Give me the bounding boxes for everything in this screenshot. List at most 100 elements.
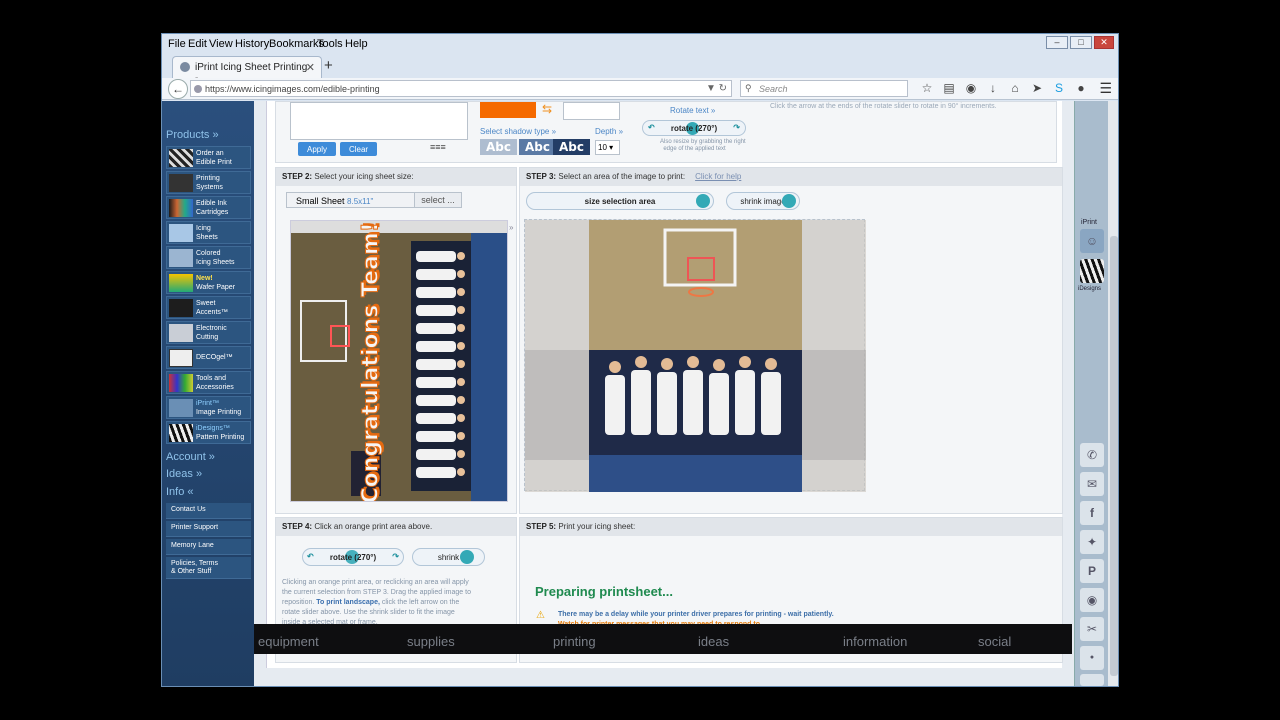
nav-tools-accessories[interactable]: Tools and Accessories — [166, 371, 251, 394]
nav-icing-sheets[interactable]: Icing Sheets — [166, 221, 251, 244]
scissors-icon[interactable]: ✂ — [1080, 617, 1104, 641]
info-contact-us[interactable]: Contact Us — [166, 503, 251, 519]
nav-iprint[interactable]: iPrint™ Image Printing — [166, 396, 251, 419]
close-tab-icon[interactable]: ✕ — [306, 61, 315, 74]
page-scrollbar[interactable] — [1108, 101, 1118, 686]
bookmark-star-icon[interactable]: ☆ — [916, 81, 938, 95]
text-input-area[interactable] — [290, 102, 468, 140]
swap-icon[interactable]: ⇆ — [542, 102, 552, 116]
align-icons[interactable]: ≡≡≡ — [430, 142, 446, 152]
size-selection-slider[interactable]: size selection area — [526, 192, 714, 210]
search-input[interactable]: ⚲ Search — [740, 80, 908, 97]
menu-file[interactable]: File — [168, 38, 186, 50]
tab-iprint[interactable]: iPrint Icing Sheet Printing -... ✕ — [172, 56, 322, 84]
menu-bookmarks[interactable]: Bookmarks — [269, 38, 324, 50]
nav-idesigns[interactable]: iDesigns™ Pattern Printing — [166, 421, 251, 444]
email-icon[interactable]: ✉ — [1080, 472, 1104, 496]
rotate-text-slider[interactable]: ↶ rotate (270°) ↷ — [642, 120, 746, 136]
shadow-option-1[interactable]: Abc — [480, 139, 517, 155]
shrink-slider[interactable]: shrink — [412, 548, 485, 566]
blog-icon[interactable]: ● — [1080, 646, 1104, 670]
chat-icon[interactable]: ● — [1070, 81, 1092, 95]
step2-panel: STEP 2: Select your icing sheet size: Sm… — [275, 167, 517, 514]
congrats-text[interactable]: Congratulations Team! — [358, 222, 384, 501]
url-bar[interactable]: https://www.icingimages.com/edible-print… — [190, 80, 732, 97]
size-slider-knob[interactable] — [696, 194, 710, 208]
color-swatch[interactable] — [480, 102, 536, 118]
shrink-slider-knob[interactable] — [782, 194, 796, 208]
shrink-knob[interactable] — [460, 550, 474, 564]
select-sheet-button[interactable]: select ... — [414, 192, 462, 208]
nav-printing-systems[interactable]: Printing Systems — [166, 171, 251, 194]
footer-information[interactable]: information — [843, 634, 907, 649]
apply-button[interactable]: Apply — [298, 142, 336, 156]
close-window-icon[interactable]: ✕ — [1094, 36, 1114, 49]
minimize-icon[interactable]: – — [1046, 36, 1068, 49]
clipboard-icon[interactable]: ▤ — [938, 81, 960, 95]
search-icon: ⚲ — [745, 83, 752, 93]
nav-label-line2: Icing Sheets — [196, 259, 235, 266]
print-preview[interactable]: Congratulations Team! — [290, 220, 508, 502]
nav-edible-ink[interactable]: Edible Ink Cartridges — [166, 196, 251, 219]
new-tab-icon[interactable]: + — [324, 57, 333, 74]
camera-icon[interactable]: ◉ — [1080, 588, 1104, 612]
info-memory-lane[interactable]: Memory Lane — [166, 539, 251, 555]
reload-icon[interactable]: ▼ ↻ — [706, 83, 727, 94]
nav-decogel[interactable]: DECOgel™ — [166, 346, 251, 369]
rotate-left-arrow-icon[interactable]: ↶ — [648, 123, 655, 132]
rotate-slider[interactable]: ↶ rotate (270°) ↷ — [302, 548, 404, 566]
clear-button[interactable]: Clear — [340, 142, 377, 156]
skype-icon[interactable]: S — [1048, 81, 1070, 95]
footer-supplies[interactable]: supplies — [407, 634, 455, 649]
rotate-right-arrow-icon[interactable]: ↷ — [733, 123, 740, 132]
printer-thumb-icon — [169, 174, 193, 192]
menu-hamburger-icon[interactable]: ☰ — [1099, 80, 1112, 97]
menu-history[interactable]: History — [235, 38, 269, 50]
footer-equipment[interactable]: equipment — [258, 634, 319, 649]
scrollbar-thumb[interactable] — [1110, 236, 1118, 676]
info-heading[interactable]: Info « — [166, 486, 194, 498]
footer-ideas[interactable]: ideas — [698, 634, 729, 649]
expand-icon[interactable]: » — [509, 223, 513, 232]
menu-tools[interactable]: Tools — [317, 38, 343, 50]
footer-printing[interactable]: printing — [553, 634, 596, 649]
nav-order-edible-print[interactable]: Order an Edible Print — [166, 146, 251, 169]
nav-electronic-cutting[interactable]: Electronic Cutting — [166, 321, 251, 344]
nav-sweet-accents[interactable]: Sweet Accents™ — [166, 296, 251, 319]
help-link[interactable]: Click for help — [695, 172, 741, 181]
pocket-icon[interactable]: ◉ — [960, 81, 982, 95]
back-button[interactable]: ← — [168, 79, 188, 99]
info-printer-support[interactable]: Printer Support — [166, 521, 251, 537]
nav-wafer-paper[interactable]: New! Wafer Paper — [166, 271, 251, 294]
menu-edit[interactable]: Edit — [188, 38, 207, 50]
info-policies[interactable]: Policies, Terms & Other Stuff — [166, 557, 251, 579]
account-heading[interactable]: Account » — [166, 451, 215, 463]
iprint-avatar-icon[interactable]: ☺ — [1080, 229, 1104, 253]
depth-select[interactable]: 10 ▾ — [595, 140, 620, 155]
pinterest-icon[interactable]: P — [1080, 559, 1104, 583]
shadow-option-2[interactable]: Abc — [519, 139, 556, 155]
youtube-icon[interactable] — [1080, 674, 1104, 686]
idesigns-zebra-icon[interactable] — [1080, 259, 1104, 283]
footer-social[interactable]: social — [978, 634, 1011, 649]
ideas-heading[interactable]: Ideas » — [166, 468, 202, 480]
maximize-icon[interactable]: □ — [1070, 36, 1092, 49]
download-icon[interactable]: ↓ — [982, 81, 1004, 95]
idesigns-thumb-icon — [169, 424, 193, 442]
nav-colored-icing[interactable]: Colored Icing Sheets — [166, 246, 251, 269]
home-icon[interactable]: ⌂ — [1004, 81, 1026, 95]
products-heading[interactable]: Products » — [166, 129, 219, 141]
menu-help[interactable]: Help — [345, 38, 368, 50]
shadow-option-3[interactable]: Abc — [553, 139, 590, 155]
phone-icon[interactable]: ✆ — [1080, 443, 1104, 467]
facebook-icon[interactable]: f — [1080, 501, 1104, 525]
menu-view[interactable]: View — [209, 38, 233, 50]
twitter-icon[interactable]: ✦ — [1080, 530, 1104, 554]
rotate-right-icon[interactable]: ↷ — [392, 552, 399, 561]
color-input[interactable] — [563, 102, 620, 120]
shrink-label: shrink — [437, 553, 460, 562]
image-crop-area[interactable] — [524, 219, 866, 492]
shrink-image-slider[interactable]: shrink image — [726, 192, 800, 210]
rotate-left-icon[interactable]: ↶ — [307, 552, 314, 561]
send-icon[interactable]: ➤ — [1026, 81, 1048, 95]
